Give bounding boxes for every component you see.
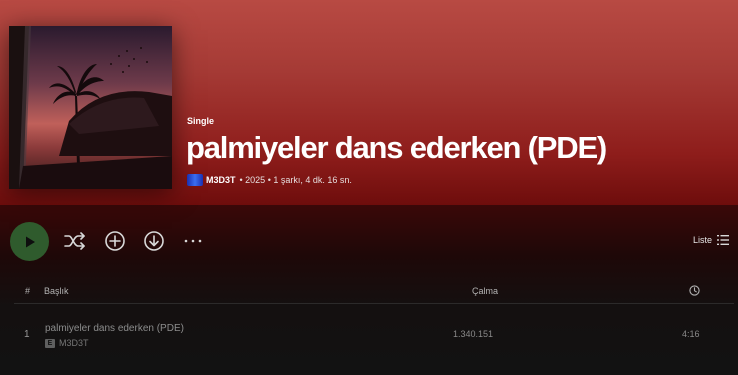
list-view-icon: [717, 235, 729, 245]
column-header-duration[interactable]: [689, 285, 700, 298]
column-header-number: #: [25, 286, 31, 296]
track-artist[interactable]: M3D3T: [59, 338, 89, 348]
album-cover[interactable]: [9, 26, 172, 189]
track-number: 1: [24, 329, 30, 340]
track-plays: 1.340.151: [453, 329, 494, 339]
column-header-plays[interactable]: Çalma: [472, 286, 498, 296]
shuffle-button[interactable]: [63, 229, 87, 253]
more-options-button[interactable]: [181, 229, 205, 253]
page-title: palmiyeler dans ederken (PDE): [186, 130, 607, 165]
view-mode-label: Liste: [692, 235, 712, 245]
clock-icon: [689, 285, 700, 296]
explicit-badge: E: [45, 338, 55, 348]
shuffle-icon: [64, 232, 85, 250]
view-mode-button[interactable]: Liste: [693, 235, 729, 245]
play-icon: [25, 236, 35, 247]
album-details: • 2025 • 1 şarkı, 4 dk. 16 sn.: [239, 175, 352, 185]
artist-avatar[interactable]: [187, 174, 203, 186]
track-duration: 4:16: [682, 329, 700, 339]
artist-link[interactable]: M3D3T: [206, 175, 236, 185]
column-header-title[interactable]: Başlık: [44, 286, 69, 296]
add-circle-icon: [105, 231, 125, 251]
header-divider: [14, 303, 734, 304]
play-button[interactable]: [10, 222, 49, 261]
add-to-library-button[interactable]: [103, 229, 127, 253]
track-title[interactable]: palmiyeler dans ederken (PDE): [45, 323, 184, 334]
more-dots-icon: [184, 239, 202, 243]
album-meta: M3D3T • 2025 • 1 şarkı, 4 dk. 16 sn.: [187, 174, 352, 186]
download-button[interactable]: [142, 229, 166, 253]
album-type-label: Single: [187, 116, 215, 126]
download-circle-icon: [144, 231, 164, 251]
track-artist-line: E M3D3T: [45, 338, 89, 348]
